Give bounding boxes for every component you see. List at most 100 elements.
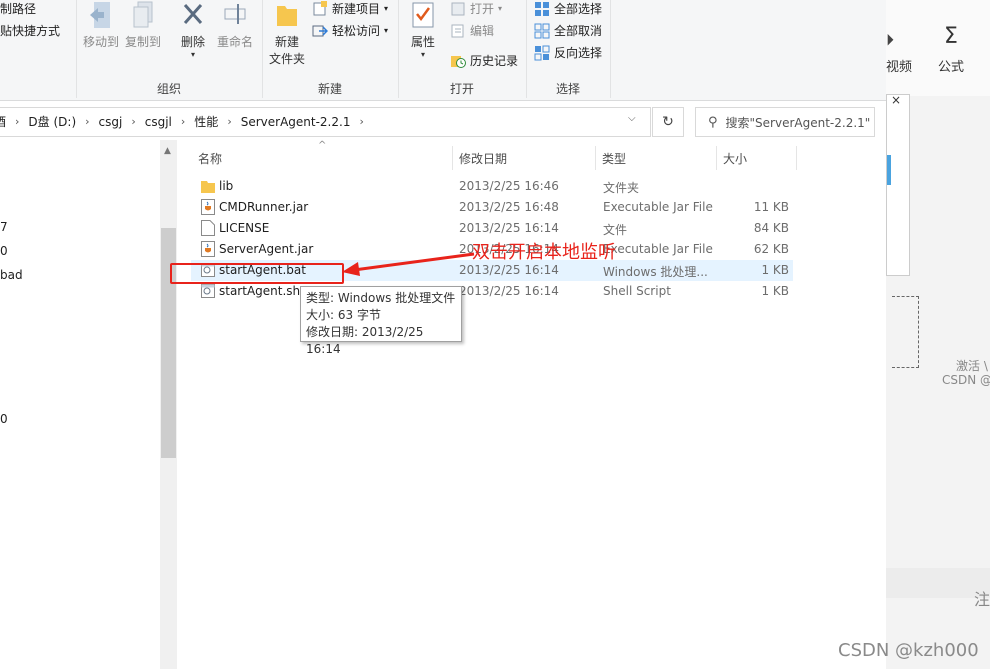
rename-button[interactable]: 重命名 — [214, 0, 256, 50]
column-header-date[interactable]: 修改日期 — [459, 150, 507, 167]
file-size: 62 KB — [753, 242, 789, 256]
properties-button[interactable]: 属性 ▾ — [404, 0, 442, 59]
file-name: LICENSE — [219, 221, 270, 235]
select-all-icon — [534, 1, 550, 17]
new-group-label: 新建 — [317, 82, 342, 96]
invert-selection-icon — [534, 45, 550, 61]
nav-item[interactable]: 7 — [0, 220, 8, 234]
move-to-label: 移动到 — [82, 35, 119, 49]
new-item-button[interactable]: 新建项目 ▾ — [312, 0, 388, 17]
breadcrumb[interactable]: 酒 › D盘 (D:) › csgj › csgjl › 性能 › Server… — [0, 113, 373, 130]
file-tooltip: 类型: Windows 批处理文件 大小: 63 字节 修改日期: 2013/2… — [300, 286, 462, 356]
table-row[interactable]: LICENSE 2013/2/25 16:14 文件 84 KB — [191, 218, 793, 239]
background-app: ⏵ 视频 Σ 公式 × 激活 \ CSDN @k 注 — [886, 0, 990, 669]
new-item-label: 新建项目 — [332, 2, 381, 16]
close-icon[interactable]: × — [891, 93, 901, 107]
annotation-arrow-icon — [342, 252, 475, 276]
open-label: 打开 — [470, 2, 495, 16]
chevron-down-icon: ▾ — [384, 26, 389, 35]
edit-button[interactable]: 编辑 — [450, 22, 494, 39]
open-button[interactable]: 打开 ▾ — [450, 0, 502, 17]
chevron-right-icon[interactable]: › — [181, 115, 185, 128]
chevron-down-icon: ▾ — [384, 4, 389, 13]
folder-icon — [273, 0, 301, 30]
delete-button[interactable]: 删除 ▾ — [176, 0, 210, 59]
rename-icon — [221, 0, 249, 30]
breadcrumb-partial[interactable]: 酒 — [0, 113, 6, 130]
chevron-down-icon: ▾ — [498, 4, 503, 13]
chevron-right-icon[interactable]: › — [131, 115, 135, 128]
jar-icon — [201, 199, 215, 215]
nav-item[interactable]: bad — [0, 268, 23, 282]
column-header-type[interactable]: 类型 — [602, 150, 626, 167]
refresh-icon: ↻ — [662, 114, 674, 130]
activate-text: 激活 \ — [956, 359, 988, 373]
edge-char: 注 — [974, 590, 990, 609]
delete-icon — [179, 0, 207, 30]
breadcrumb-item[interactable]: ServerAgent-2.2.1 — [241, 115, 351, 129]
chevron-down-icon: ▾ — [190, 50, 195, 59]
search-icon: ⚲ — [708, 114, 718, 130]
file-date: 2013/2/25 16:14 — [459, 221, 559, 235]
new-folder-label-line2: 文件夹 — [268, 52, 305, 66]
formula-label[interactable]: 公式 — [938, 56, 964, 75]
csdn-small-text: CSDN @k — [942, 373, 990, 387]
select-none-label: 全部取消 — [554, 24, 603, 38]
table-row[interactable]: startAgent.sh 2013/2/25 16:14 Shell Scri… — [191, 281, 793, 302]
file-size: 11 KB — [753, 200, 789, 214]
column-divider[interactable] — [716, 146, 717, 170]
properties-label: 属性 — [410, 35, 435, 49]
breadcrumb-item[interactable]: 性能 — [194, 113, 218, 130]
file-name: startAgent.sh — [219, 284, 301, 298]
delete-label: 删除 — [180, 35, 205, 49]
file-name: CMDRunner.jar — [219, 200, 309, 214]
move-to-button[interactable]: 移动到 — [82, 0, 120, 50]
chevron-down-icon: ▾ — [420, 50, 425, 59]
new-folder-button[interactable]: 新建 文件夹 — [266, 0, 308, 67]
select-group-label: 选择 — [555, 82, 580, 96]
nav-scrollbar[interactable]: ▲ — [160, 140, 177, 669]
dialog-button[interactable] — [887, 155, 891, 185]
chevron-right-icon[interactable]: › — [15, 115, 19, 128]
refresh-button[interactable]: ↻ — [652, 107, 684, 137]
column-divider[interactable] — [796, 146, 797, 170]
chevron-up-icon[interactable]: ▲ — [164, 146, 171, 156]
address-history-dropdown[interactable]: ⌵ — [628, 113, 636, 124]
select-none-button[interactable]: 全部取消 — [534, 22, 602, 39]
nav-item[interactable]: 0 — [0, 412, 8, 426]
copy-to-label: 复制到 — [124, 35, 161, 49]
breadcrumb-item[interactable]: csgj — [99, 115, 123, 129]
breadcrumb-item[interactable]: D盘 (D:) — [28, 113, 76, 130]
diagram-shape — [892, 296, 919, 368]
copy-path-button[interactable]: 复制路径 — [0, 0, 36, 17]
search-box[interactable]: ⚲ 搜索"ServerAgent-2.2.1" — [695, 107, 875, 137]
column-divider[interactable] — [452, 146, 453, 170]
video-label[interactable]: 视频 — [886, 56, 912, 75]
search-input[interactable]: 搜索"ServerAgent-2.2.1" — [726, 114, 871, 131]
chevron-right-icon[interactable]: › — [359, 115, 363, 128]
select-all-button[interactable]: 全部选择 — [534, 0, 602, 17]
table-row[interactable]: lib 2013/2/25 16:46 文件夹 — [191, 176, 793, 197]
rename-label: 重命名 — [216, 35, 253, 49]
copy-to-button[interactable]: 复制到 — [124, 0, 162, 50]
new-folder-label-line1: 新建 — [274, 35, 299, 49]
chevron-right-icon[interactable]: › — [227, 115, 231, 128]
chevron-right-icon[interactable]: › — [85, 115, 89, 128]
nav-item[interactable]: 0 — [0, 244, 8, 258]
edit-label: 编辑 — [470, 24, 495, 38]
column-divider[interactable] — [595, 146, 596, 170]
invert-selection-button[interactable]: 反向选择 — [534, 44, 602, 61]
file-type: 文件 — [603, 223, 628, 237]
copy-path-label: 复制路径 — [0, 2, 37, 16]
new-item-icon — [312, 0, 328, 17]
history-button[interactable]: 历史记录 — [450, 52, 518, 69]
breadcrumb-item[interactable]: csgjl — [145, 115, 172, 129]
formula-icon[interactable]: Σ — [944, 24, 958, 49]
video-icon[interactable]: ⏵ — [886, 30, 894, 50]
paste-shortcut-button[interactable]: 粘贴快捷方式 — [0, 22, 60, 39]
column-header-size[interactable]: 大小 — [723, 150, 747, 167]
column-header-name[interactable]: 名称 — [198, 150, 222, 167]
easy-access-button[interactable]: 轻松访问 ▾ — [312, 22, 388, 39]
table-row[interactable]: CMDRunner.jar 2013/2/25 16:48 Executable… — [191, 197, 793, 218]
folder-icon — [201, 178, 215, 194]
